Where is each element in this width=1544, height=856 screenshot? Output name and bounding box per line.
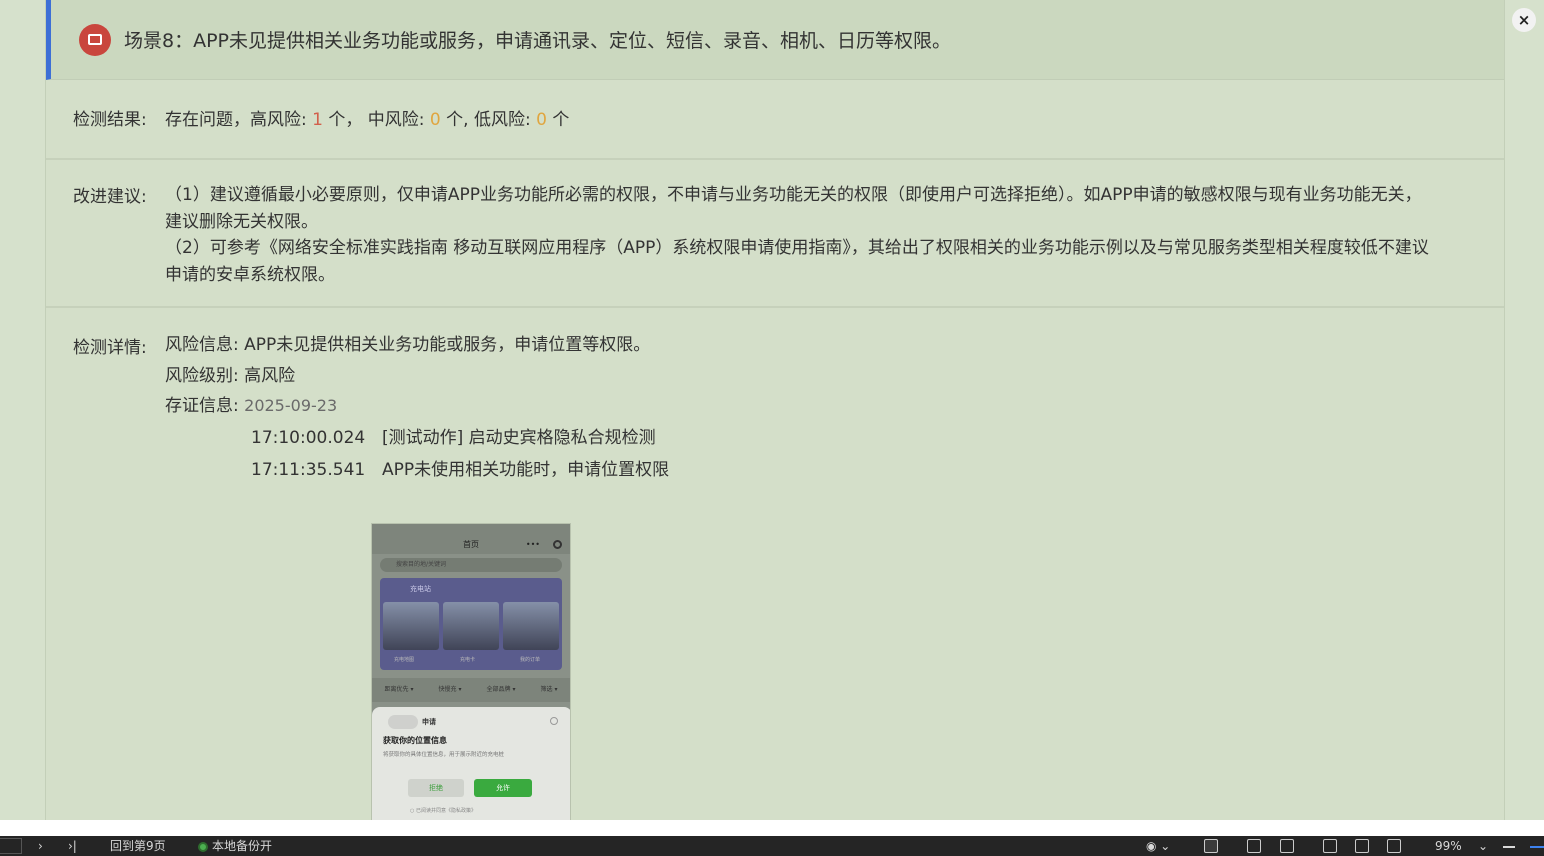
dialog-title: 获取你的位置信息 bbox=[383, 736, 447, 745]
zoom-level[interactable]: 99% bbox=[1435, 838, 1462, 854]
car-image bbox=[443, 602, 499, 650]
evidence-item: 17:11:35.541 APP未使用相关功能时，申请位置权限 bbox=[165, 454, 669, 486]
phone-search: 搜索目的地/关键词 bbox=[380, 558, 562, 572]
result-suffix: 个 bbox=[552, 110, 570, 130]
zoom-out-icon[interactable] bbox=[1503, 846, 1515, 848]
car-label: 我的订单 bbox=[520, 657, 541, 663]
phone-page-title: 首页 bbox=[463, 540, 479, 549]
car-image bbox=[383, 602, 439, 650]
advice-paragraph-1: （1）建议遵循最小必要原则，仅申请APP业务功能所必需的权限，不申请与业务功能无… bbox=[165, 185, 1422, 232]
advice-label: 改进建议: bbox=[73, 187, 147, 207]
trash-icon bbox=[79, 23, 111, 56]
result-prefix: 存在问题，高风险: bbox=[165, 110, 307, 130]
evidence-item: 17:10:00.024 [测试动作] 启动史宾格隐私合规检测 bbox=[165, 422, 669, 454]
permission-dialog: 申请 获取你的位置信息 将获取你的具体位置信息，用于展示附近的充电桩 拒绝 允许… bbox=[372, 707, 570, 820]
evidence-text: APP未使用相关功能时，申请位置权限 bbox=[382, 459, 670, 480]
evidence-header: 存证信息: 2025-09-23 bbox=[165, 391, 669, 422]
document-area: 场景8：APP未见提供相关业务功能或服务，申请通讯录、定位、短信、录音、相机、日… bbox=[0, 0, 1544, 820]
car-image bbox=[503, 602, 559, 650]
back-to-page[interactable]: 回到第9页 bbox=[110, 838, 166, 854]
more-icon: ••• bbox=[525, 540, 540, 549]
dialog-buttons: 拒绝 允许 bbox=[408, 779, 532, 797]
mid-prefix: 个， 中风险: bbox=[328, 110, 425, 130]
result-label: 检测结果: bbox=[73, 110, 147, 130]
backup-icon bbox=[198, 841, 208, 852]
eye-icon[interactable]: ◉ ⌄ bbox=[1146, 838, 1170, 854]
web-view-icon[interactable] bbox=[1323, 839, 1337, 853]
evidence-label: 存证信息: bbox=[165, 396, 239, 416]
last-page-icon[interactable]: ›| bbox=[68, 838, 77, 854]
advice-row: 改进建议: （1）建议遵循最小必要原则，仅申请APP业务功能所必需的权限，不申请… bbox=[46, 160, 1504, 308]
risk-info: 风险信息: APP未见提供相关业务功能或服务，申请位置等权限。 bbox=[165, 335, 651, 355]
phone-status-bar bbox=[372, 524, 570, 536]
evidence-screenshot[interactable]: 首页 ••• 搜索目的地/关键词 充电站 充电地图 充电卡 我的订单 距离优先 … bbox=[371, 523, 571, 820]
dialog-desc: 将获取你的具体位置信息，用于展示附近的充电桩 bbox=[383, 752, 505, 758]
banner-tag: 充电站 bbox=[410, 585, 431, 593]
dialog-footer: ○ 已阅读并同意《隐私政策》 bbox=[410, 808, 476, 814]
info-icon bbox=[550, 717, 558, 725]
advice-paragraph-2: （2）可参考《网络安全标准实践指南 移动互联网应用程序（APP）系统权限申请使用… bbox=[165, 238, 1429, 285]
advice-text: （1）建议遵循最小必要原则，仅申请APP业务功能所必需的权限，不申请与业务功能无… bbox=[165, 182, 1435, 288]
car-label: 充电卡 bbox=[460, 657, 476, 663]
detail-block: 风险信息: APP未见提供相关业务功能或服务，申请位置等权限。 风险级别: 高风… bbox=[165, 330, 669, 820]
risk-level: 风险级别: 高风险 bbox=[165, 365, 296, 386]
fullscreen-icon[interactable] bbox=[1355, 839, 1369, 853]
filter-tab: 距离优先 ▾ bbox=[384, 686, 414, 693]
backup-label: 本地备份开 bbox=[212, 839, 273, 853]
phone-titlebar: 首页 ••• bbox=[372, 536, 570, 554]
zoom-slider[interactable] bbox=[1530, 846, 1544, 848]
detail-label: 检测详情: bbox=[73, 338, 147, 358]
zoom-dropdown-icon[interactable]: ⌄ bbox=[1478, 838, 1488, 854]
detail-row: 检测详情: 风险信息: APP未见提供相关业务功能或服务，申请位置等权限。 风险… bbox=[46, 308, 1504, 820]
mid-risk-count: 0 bbox=[429, 110, 441, 130]
page-gap bbox=[0, 820, 1544, 836]
filter-tab: 快慢充 ▾ bbox=[438, 686, 462, 693]
single-page-icon[interactable] bbox=[1247, 839, 1261, 853]
evidence-text: [测试动作] 启动史宾格隐私合规检测 bbox=[382, 427, 656, 448]
scene-title: 场景8：APP未见提供相关业务功能或服务，申请通讯录、定位、短信、录音、相机、日… bbox=[124, 30, 952, 52]
result-text: 存在问题，高风险: 1 个， 中风险: 0 个, 低风险: 0 个 bbox=[165, 105, 569, 130]
status-bar: › ›| 回到第9页 本地备份开 ◉ ⌄ 99% ⌄ bbox=[0, 836, 1544, 856]
deny-button: 拒绝 bbox=[408, 779, 464, 797]
backup-status[interactable]: 本地备份开 bbox=[198, 838, 272, 854]
car-label: 充电地图 bbox=[394, 657, 415, 663]
allow-button: 允许 bbox=[474, 779, 532, 797]
low-risk-count: 0 bbox=[536, 110, 547, 130]
result-row: 检测结果: 存在问题，高风险: 1 个， 中风险: 0 个, 低风险: 0 个 bbox=[46, 80, 1504, 160]
phone-banner: 充电站 充电地图 充电卡 我的订单 bbox=[380, 578, 562, 670]
app-avatar bbox=[388, 715, 418, 729]
scene-header: 场景8：APP未见提供相关业务功能或服务，申请通讯录、定位、短信、录音、相机、日… bbox=[46, 0, 1504, 80]
scene-card: 场景8：APP未见提供相关业务功能或服务，申请通讯录、定位、短信、录音、相机、日… bbox=[45, 0, 1505, 820]
evidence-time: 17:11:35.541 bbox=[251, 459, 366, 480]
filter-tab: 全部品牌 ▾ bbox=[486, 686, 516, 693]
target-icon bbox=[553, 540, 562, 549]
evidence-time: 17:10:00.024 bbox=[251, 427, 366, 448]
next-page-icon[interactable]: › bbox=[38, 838, 43, 854]
fit-width-icon[interactable] bbox=[1204, 839, 1218, 853]
close-icon[interactable]: × bbox=[1512, 8, 1536, 32]
reading-mode-icon[interactable] bbox=[1387, 839, 1401, 853]
two-page-icon[interactable] bbox=[1280, 839, 1294, 853]
filter-tab: 筛选 ▾ bbox=[540, 686, 558, 693]
low-prefix: 个, 低风险: bbox=[446, 110, 531, 130]
high-risk-count: 1 bbox=[312, 110, 323, 130]
evidence-date: 2025-09-23 bbox=[244, 396, 338, 415]
phone-filter-tabs: 距离优先 ▾ 快慢充 ▾ 全部品牌 ▾ 筛选 ▾ bbox=[372, 678, 570, 702]
panel-toggle[interactable] bbox=[0, 838, 22, 854]
